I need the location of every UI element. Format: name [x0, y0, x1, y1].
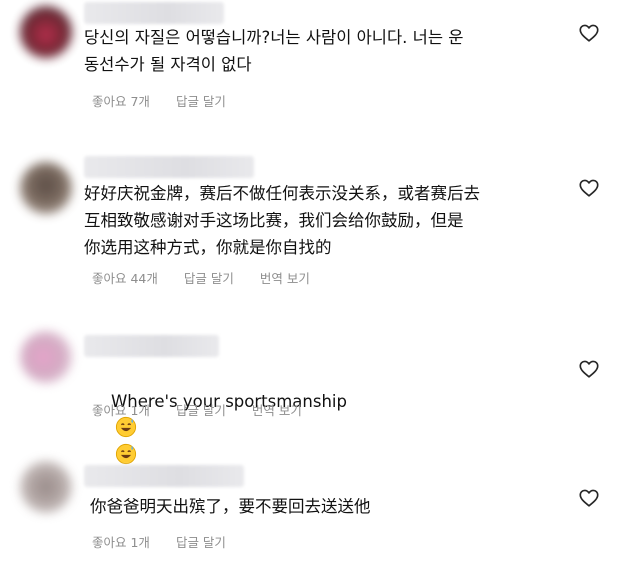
- username-redacted[interactable]: [84, 335, 219, 357]
- reply-link[interactable]: 답글 달기: [176, 91, 226, 110]
- reply-link[interactable]: 답글 달기: [184, 268, 234, 287]
- comment-text: 好好庆祝金牌，赛后不做任何表示没关系，或者赛后去 互相致敬感谢对手这场比赛，我们…: [84, 184, 480, 257]
- avatar[interactable]: [20, 331, 72, 383]
- reply-link[interactable]: 답글 달기: [176, 532, 226, 551]
- avatar[interactable]: [20, 162, 72, 214]
- reply-link[interactable]: 답글 달기: [176, 400, 226, 419]
- translate-link[interactable]: 번역 보기: [252, 400, 302, 419]
- username-redacted[interactable]: [84, 465, 244, 487]
- heart-outline-icon[interactable]: [578, 358, 600, 380]
- username-redacted[interactable]: [84, 156, 254, 178]
- heart-outline-icon[interactable]: [578, 487, 600, 509]
- avatar[interactable]: [20, 461, 72, 513]
- like-count[interactable]: 좋아요 1개: [92, 400, 150, 419]
- username-redacted[interactable]: [84, 2, 224, 24]
- comment-meta: 좋아요 1개 답글 달기: [92, 532, 226, 551]
- like-count[interactable]: 좋아요 1개: [92, 532, 150, 551]
- comment-meta: 좋아요 1개 답글 달기 번역 보기: [92, 400, 302, 419]
- like-count[interactable]: 좋아요 7개: [92, 91, 150, 110]
- sweat-smile-emoji: [115, 416, 137, 438]
- sweat-smile-emoji: [115, 443, 137, 465]
- comment-meta: 좋아요 7개 답글 달기: [92, 91, 226, 110]
- comment-meta: 좋아요 44개 답글 달기 번역 보기: [92, 268, 310, 287]
- heart-outline-icon[interactable]: [578, 177, 600, 199]
- comment-text: 당신의 자질은 어떻습니까?너는 사람이 아니다. 너는 운 동선수가 될 자격…: [84, 28, 464, 74]
- like-count[interactable]: 좋아요 44개: [92, 268, 158, 287]
- avatar[interactable]: [20, 6, 72, 58]
- comment-text: 你爸爸明天出殡了，要不要回去送送他: [90, 497, 371, 516]
- heart-outline-icon[interactable]: [578, 22, 600, 44]
- translate-link[interactable]: 번역 보기: [260, 268, 310, 287]
